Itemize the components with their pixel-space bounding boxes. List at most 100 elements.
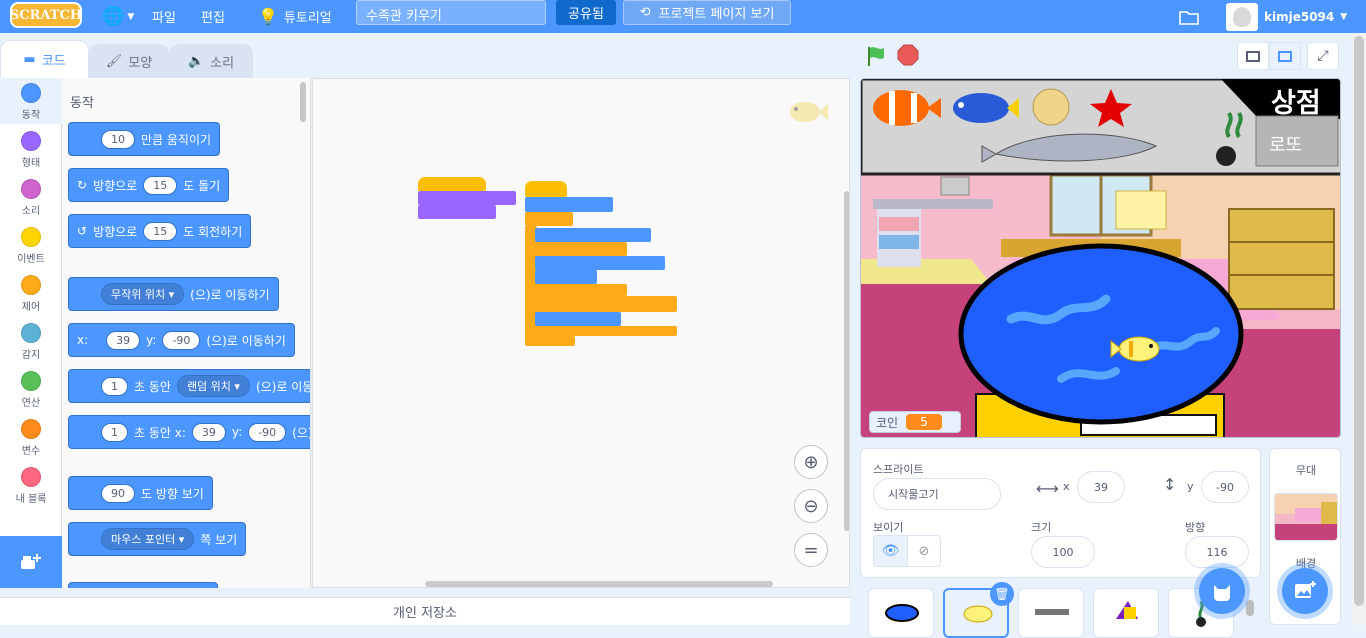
- point-towards-block[interactable]: 마우스 포인터 ▾ 쪽 보기: [68, 522, 247, 556]
- glide-xy-block[interactable]: 1 초 동안 x: 39 y: -90 (으)로 이: [68, 415, 310, 449]
- small-stage-button[interactable]: [1237, 42, 1269, 70]
- category-events[interactable]: 이벤트: [0, 222, 62, 268]
- sprite-name-input[interactable]: 시작물고기: [873, 478, 1001, 510]
- direction-input[interactable]: 90: [101, 483, 135, 503]
- motion-dot: [21, 83, 41, 103]
- add-backdrop-button[interactable]: [1282, 568, 1328, 614]
- brush-icon: 🖌: [105, 54, 123, 69]
- workspace-vscrollbar[interactable]: [844, 191, 849, 531]
- normal-stage-button[interactable]: [1269, 42, 1301, 70]
- language-menu[interactable]: 🌐 ▼: [102, 0, 134, 33]
- file-menu[interactable]: 파일: [152, 0, 176, 33]
- shop-label[interactable]: 상점: [1271, 81, 1321, 120]
- sprite-label: 스프라이트: [873, 463, 924, 476]
- zoom-reset-button[interactable]: =: [794, 533, 828, 567]
- seconds-input[interactable]: 1: [101, 422, 128, 442]
- turn-left-block[interactable]: ↺ 방향으로 15 도 회전하기: [68, 214, 252, 248]
- category-control[interactable]: 제어: [0, 270, 62, 316]
- goto-random-block[interactable]: 무작위 위치 ▾ (으)로 이동하기: [68, 277, 279, 311]
- x-input[interactable]: 39: [1077, 471, 1125, 503]
- category-variables[interactable]: 변수: [0, 414, 62, 460]
- category-my-blocks[interactable]: 내 블록: [0, 462, 62, 508]
- if-end-block[interactable]: [531, 326, 677, 336]
- sprite-list-scrollbar[interactable]: [1246, 600, 1254, 616]
- glide-random-block[interactable]: 1 초 동안 랜덤 위치 ▾ (으)로 이동: [68, 369, 310, 403]
- stop-icon[interactable]: [897, 44, 919, 66]
- rotate-right-icon: ↻: [77, 178, 88, 192]
- my-stuff-button[interactable]: [1178, 0, 1200, 33]
- forever-block[interactable]: [525, 212, 573, 226]
- share-button[interactable]: 공유됨: [556, 0, 616, 25]
- script-block[interactable]: [535, 228, 651, 242]
- category-sound[interactable]: 소리: [0, 174, 62, 220]
- workspace-hscrollbar[interactable]: [425, 581, 773, 587]
- window-scroll-thumb[interactable]: [1354, 36, 1364, 606]
- y-input[interactable]: -90: [248, 422, 287, 442]
- y-input[interactable]: -90: [1201, 471, 1249, 503]
- if-block[interactable]: [531, 242, 627, 256]
- script-block[interactable]: [535, 256, 665, 270]
- green-flag-icon[interactable]: [865, 44, 887, 68]
- point-direction-block[interactable]: 90 도 방향 보기: [68, 476, 213, 510]
- x-input[interactable]: 39: [106, 330, 141, 350]
- next-block-partial[interactable]: [68, 582, 218, 588]
- block-label: x:: [77, 333, 89, 347]
- degrees-input[interactable]: 15: [143, 221, 178, 241]
- goto-target-dropdown[interactable]: 무작위 위치 ▾: [101, 283, 185, 305]
- avatar: [1226, 2, 1258, 31]
- edit-menu[interactable]: 편집: [201, 0, 225, 33]
- add-extension-button[interactable]: [0, 536, 62, 588]
- script-hat-block[interactable]: [418, 177, 486, 191]
- script-workspace[interactable]: ⊕ ⊖ =: [312, 78, 850, 588]
- y-input[interactable]: -90: [162, 330, 201, 350]
- category-sensing[interactable]: 감지: [0, 318, 62, 364]
- script-block[interactable]: [418, 205, 496, 219]
- add-sprite-button[interactable]: [1199, 568, 1245, 614]
- backdrop-thumbnail[interactable]: [1274, 493, 1338, 541]
- degrees-input[interactable]: 15: [143, 175, 178, 195]
- sprite-thumb-bowl[interactable]: [868, 588, 934, 638]
- forever-end-block[interactable]: [525, 336, 575, 346]
- script-hat-block[interactable]: [525, 181, 567, 197]
- tab-code[interactable]: ▬ 코드: [0, 40, 89, 78]
- fullscreen-button[interactable]: ⤢: [1307, 42, 1339, 70]
- towards-dropdown[interactable]: 마우스 포인터 ▾: [101, 528, 195, 550]
- palette-scrollbar[interactable]: [300, 82, 306, 122]
- tutorial-menu[interactable]: 💡 튜토리얼: [258, 0, 332, 33]
- tab-sounds[interactable]: 🔈 소리: [169, 44, 253, 78]
- glide-target-dropdown[interactable]: 랜덤 위치 ▾: [176, 375, 250, 397]
- zoom-in-button[interactable]: ⊕: [794, 445, 828, 479]
- x-input[interactable]: 39: [191, 422, 226, 442]
- move-steps-block[interactable]: 10 만큼 움직이기: [68, 122, 221, 156]
- script-block[interactable]: [535, 270, 597, 284]
- if-block[interactable]: [531, 296, 677, 312]
- stage-canvas[interactable]: 상점 로또 코인 5: [860, 78, 1341, 438]
- goto-xy-block[interactable]: x: 39 y: -90 (으)로 이동하기: [68, 323, 295, 357]
- lotto-button[interactable]: 로또: [1269, 131, 1302, 157]
- show-hidden-button[interactable]: ⊘: [906, 536, 940, 566]
- delete-sprite-button[interactable]: 🗑: [990, 582, 1014, 606]
- category-motion[interactable]: 동작: [0, 78, 62, 124]
- see-project-page-button[interactable]: ⟲ 프로젝트 페이지 보기: [623, 0, 791, 25]
- sprite-thumb-shapes[interactable]: [1093, 588, 1159, 638]
- zoom-out-button[interactable]: ⊖: [794, 489, 828, 523]
- project-title-input[interactable]: 수족관 키우기: [356, 0, 546, 25]
- if-end-block[interactable]: [531, 284, 627, 296]
- show-visible-button[interactable]: 👁: [874, 536, 907, 566]
- script-block[interactable]: [525, 197, 613, 212]
- scratch-logo[interactable]: SCRATCH: [10, 2, 82, 28]
- tab-costumes[interactable]: 🖌 모양: [89, 44, 169, 78]
- block-label: 도 돌기: [183, 178, 221, 193]
- backpack-bar[interactable]: 개인 저장소: [0, 597, 850, 625]
- direction-input[interactable]: 116: [1185, 536, 1249, 568]
- turn-right-block[interactable]: ↻ 방향으로 15 도 돌기: [68, 168, 230, 202]
- sprite-thumb-bar[interactable]: [1018, 588, 1084, 638]
- script-block[interactable]: [418, 191, 516, 205]
- seconds-input[interactable]: 1: [101, 376, 128, 396]
- account-menu[interactable]: kimje5094 ▼: [1226, 0, 1347, 33]
- steps-input[interactable]: 10: [101, 129, 135, 149]
- size-input[interactable]: 100: [1031, 536, 1095, 568]
- category-looks[interactable]: 형태: [0, 126, 62, 172]
- category-operators[interactable]: 연산: [0, 366, 62, 412]
- script-block[interactable]: [535, 312, 621, 326]
